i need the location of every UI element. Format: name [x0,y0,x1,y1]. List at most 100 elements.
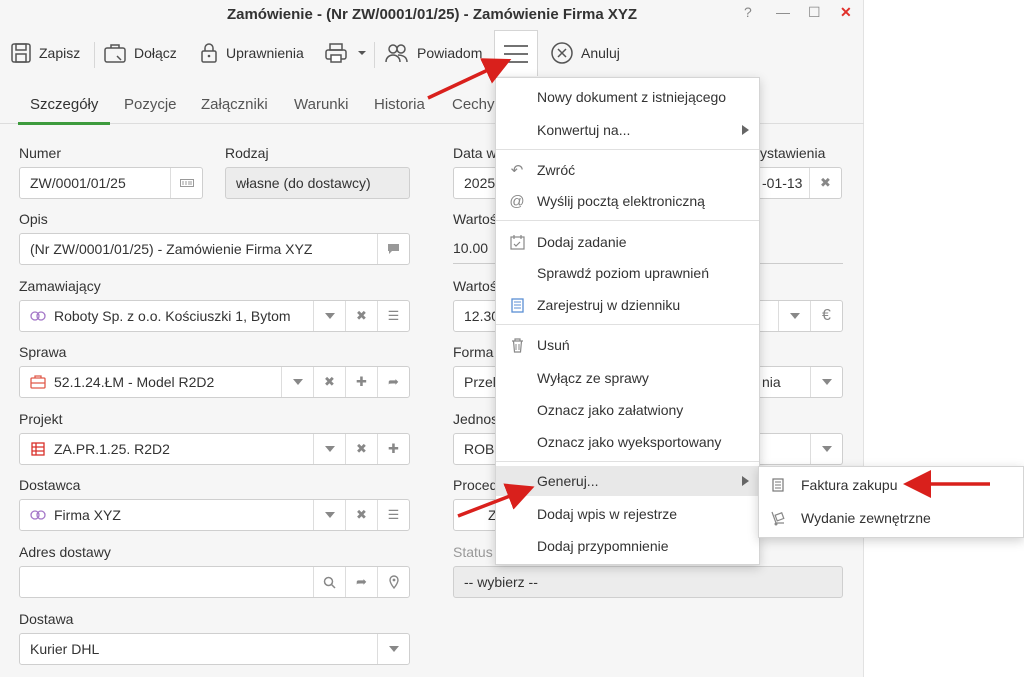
project-icon [30,442,46,456]
go-to-arrow-icon[interactable]: ➦ [377,367,409,397]
return-arrow-icon: ↶ [510,162,524,179]
menu-item-remove-from-case[interactable]: Wyłącz ze sprawy [496,363,759,393]
status-field[interactable]: -- wybierz -- [453,566,843,598]
sprawa-label: Sprawa [19,344,67,360]
save-label: Zapisz [39,45,81,61]
more-menu-button[interactable] [494,30,538,76]
data-wystawienia-label: Data w [453,145,497,161]
adres-dostawy-field[interactable]: ➦ [19,566,410,598]
projekt-field[interactable]: ZA.PR.1.25. R2D2 ✖ ✚ [19,433,410,465]
generate-submenu: Faktura zakupu Wydanie zewnętrzne [758,466,1024,538]
menu-item-label: Zwróć [537,162,576,178]
menu-item-add-task[interactable]: Dodaj zadanie [496,227,759,257]
window-title: Zamówienie - (Nr ZW/0001/01/25) - Zamówi… [226,6,638,23]
menu-item-new-from-existing[interactable]: Nowy dokument z istniejącego [496,82,759,112]
dropdown-icon[interactable] [313,301,345,331]
clear-icon[interactable]: ✖ [313,367,345,397]
tab-szczegoly[interactable]: Szczegóły [30,96,98,113]
submenu-item-external-issue[interactable]: Wydanie zewnętrzne [759,503,1023,533]
menu-item-register-journal[interactable]: Zarejestruj w dzienniku [496,290,759,320]
forma-platnosci-field-tail[interactable]: nia [752,366,843,398]
menu-item-convert-to[interactable]: Konwertuj na... [496,115,759,145]
menu-item-add-register-entry[interactable]: Dodaj wpis w rejestrze [496,499,759,529]
dropdown-icon[interactable] [281,367,313,397]
projekt-label: Projekt [19,411,63,427]
attach-button[interactable]: Dołącz [103,38,177,68]
padlock-icon [201,43,217,63]
case-folder-icon [30,375,46,389]
attach-label: Dołącz [134,45,177,61]
menu-item-label: Sprawdź poziom uprawnień [537,265,709,281]
dostawca-field[interactable]: Firma XYZ ✖ ☰ [19,499,410,531]
currency-field[interactable]: € [752,300,843,332]
tab-cechy[interactable]: Cechy [452,96,495,113]
printer-icon [325,43,347,63]
submenu-item-purchase-invoice[interactable]: Faktura zakupu [759,470,1023,500]
dostawa-field[interactable]: Kurier DHL [19,633,410,665]
contractor-icon [30,309,46,323]
invoice-document-icon [769,476,787,494]
dropdown-icon[interactable] [313,434,345,464]
print-button[interactable] [324,38,374,68]
comment-icon[interactable] [377,234,409,264]
notify-label: Powiadom [417,45,483,61]
dropdown-icon[interactable] [313,500,345,530]
jednostka-field-tail[interactable] [752,433,843,465]
menu-item-label: Nowy dokument z istniejącego [537,89,727,105]
list-icon[interactable]: ☰ [377,500,409,530]
submenu-arrow-icon [742,476,749,486]
zamawiajacy-field[interactable]: Roboty Sp. z o.o. Kościuszki 1, Bytom ✖ … [19,300,410,332]
clear-icon[interactable]: ✖ [345,434,377,464]
cancel-button[interactable]: Anuluj [550,38,620,68]
opis-field[interactable]: (Nr ZW/0001/01/25) - Zamówienie Firma XY… [19,233,410,265]
map-pin-icon[interactable] [377,567,409,597]
menu-item-delete[interactable]: Usuń [496,330,759,360]
menu-item-generate[interactable]: Generuj... [496,466,759,496]
sprawa-field[interactable]: 52.1.24.ŁM - Model R2D2 ✖ ✚ ➦ [19,366,410,398]
clear-icon[interactable]: ✖ [809,168,841,198]
zamawiajacy-label: Zamawiający [19,278,101,294]
save-button[interactable]: Zapisz [10,38,80,68]
maximize-icon[interactable]: ☐ [808,4,821,21]
menu-item-check-permissions[interactable]: Sprawdź poziom uprawnień [496,258,759,288]
menu-item-send-email[interactable]: @ Wyślij pocztą elektroniczną [496,186,759,216]
hamburger-menu-icon [504,45,528,63]
menu-divider [496,149,759,150]
menu-item-label: Dodaj wpis w rejestrze [537,506,678,522]
add-icon[interactable]: ✚ [377,434,409,464]
opis-value: (Nr ZW/0001/01/25) - Zamówienie Firma XY… [30,241,313,257]
clear-icon[interactable]: ✖ [345,301,377,331]
close-icon[interactable]: ✕ [840,4,852,21]
go-to-arrow-icon[interactable]: ➦ [345,567,377,597]
menu-item-mark-resolved[interactable]: Oznacz jako załatwiony [496,395,759,425]
add-icon[interactable]: ✚ [345,367,377,397]
menu-item-return[interactable]: ↶ Zwróć [496,155,759,185]
help-icon[interactable]: ? [744,4,752,20]
numer-field[interactable]: ZW/0001/01/25 [19,167,203,199]
menu-item-mark-exported[interactable]: Oznacz jako wyeksportowany [496,427,759,457]
menu-item-add-reminder[interactable]: Dodaj przypomnienie [496,531,759,561]
dostawca-label: Dostawca [19,477,81,493]
dropdown-icon[interactable] [778,301,810,331]
search-icon[interactable] [313,567,345,597]
dropdown-icon[interactable] [377,634,409,664]
minimize-icon[interactable]: — [776,4,790,20]
dropdown-icon[interactable] [810,367,842,397]
dropdown-icon[interactable] [810,434,842,464]
menu-divider [496,324,759,325]
notify-button[interactable]: Powiadom [384,38,482,68]
numbering-icon[interactable] [170,168,202,198]
wartosc-netto-value: 10.00 [453,240,489,256]
tab-pozycje[interactable]: Pozycje [124,96,177,113]
dostawa-label: Dostawa [19,611,74,627]
permissions-button[interactable]: Uprawnienia [199,38,304,68]
menu-divider [496,461,759,462]
tab-zalaczniki[interactable]: Załączniki [201,96,268,113]
tab-warunki[interactable]: Warunki [294,96,348,113]
data-wystawienia-field[interactable]: -01-13 ✖ [752,167,842,199]
list-icon[interactable]: ☰ [377,301,409,331]
menu-item-label: Zarejestruj w dzienniku [537,297,681,313]
euro-icon[interactable]: € [810,301,842,331]
clear-icon[interactable]: ✖ [345,500,377,530]
tab-historia[interactable]: Historia [374,96,425,113]
